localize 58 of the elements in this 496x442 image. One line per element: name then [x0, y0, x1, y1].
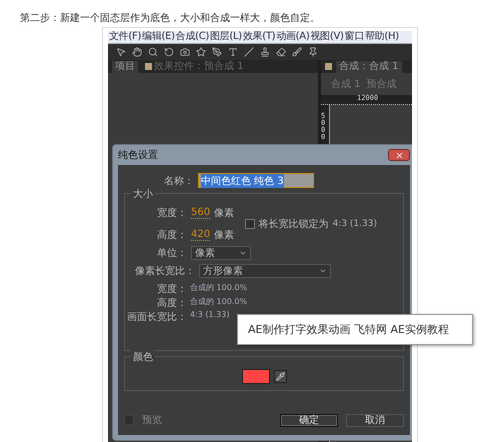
- name-field[interactable]: 中间色红色 纯色 3: [198, 173, 314, 188]
- field-label: 高度：: [157, 228, 187, 242]
- unit-dropdown[interactable]: 像素: [191, 246, 251, 260]
- info-label: 宽度：: [156, 282, 187, 296]
- eraser-icon[interactable]: [276, 47, 286, 57]
- close-icon: [394, 150, 404, 160]
- info-value: 4:3 (1.33): [190, 310, 230, 321]
- info-value: 合成的 100.0%: [190, 282, 248, 294]
- menu-item[interactable]: 图层(L): [210, 31, 242, 43]
- field-label: 宽度：: [157, 206, 187, 220]
- number-field[interactable]: 420: [191, 229, 210, 241]
- color-swatch[interactable]: [242, 369, 270, 384]
- pixel-aspect-dropdown[interactable]: 方形像素: [199, 264, 331, 278]
- pen-icon[interactable]: [212, 47, 222, 57]
- number-field[interactable]: 560: [191, 207, 210, 219]
- zoom-icon[interactable]: [148, 47, 158, 57]
- brush-icon[interactable]: [292, 47, 302, 57]
- field-label: 像素长宽比：: [135, 264, 195, 278]
- rotate-icon[interactable]: [164, 47, 174, 57]
- tooltip: AE制作打字效果动画 飞特网 AE实例教程: [237, 314, 473, 345]
- group-label: 大小: [131, 187, 155, 201]
- pointer-icon[interactable]: [116, 47, 126, 57]
- instruction-text: 第二步：新建一个固态层作为底色，大小和合成一样大，颜色自定。: [19, 12, 321, 26]
- menu-item[interactable]: 视图(V): [310, 31, 344, 43]
- info-label: 画面长宽比：: [127, 310, 187, 324]
- dialog-title: 纯色设置: [118, 148, 158, 162]
- group-label: 颜色: [131, 350, 155, 364]
- menu-item[interactable]: 编辑(E): [142, 31, 175, 43]
- field-label: 名称：: [164, 174, 194, 188]
- caret-icon: [239, 249, 247, 257]
- eyedropper-button[interactable]: [274, 370, 286, 383]
- dialog-button[interactable]: 确定: [280, 414, 338, 426]
- color-icon: [325, 63, 332, 70]
- checkbox-label: 将长宽比锁定为: [258, 218, 329, 231]
- unit-label: 像素: [214, 228, 234, 242]
- aspect-value: 4:3 (1.33): [332, 219, 377, 229]
- text-icon[interactable]: [228, 47, 238, 57]
- stamp-icon[interactable]: [260, 47, 270, 57]
- hand-icon[interactable]: [132, 47, 142, 57]
- camera-icon[interactable]: [180, 47, 190, 57]
- star-icon[interactable]: [196, 47, 206, 57]
- close-button[interactable]: [388, 149, 410, 161]
- menu-item[interactable]: 效果(T): [242, 31, 276, 43]
- info-value: 合成的 100.0%: [190, 296, 248, 308]
- menu-item[interactable]: 合成(C): [176, 31, 209, 43]
- menu-item[interactable]: 动画(A): [276, 31, 310, 43]
- field-label: 单位：: [157, 246, 187, 260]
- checkbox[interactable]: [244, 219, 255, 229]
- checkbox-label: 预览: [142, 414, 162, 427]
- info-label: 高度：: [156, 296, 187, 310]
- pin-icon[interactable]: [308, 47, 318, 57]
- line-icon[interactable]: [244, 47, 254, 57]
- unit-label: 像素: [214, 206, 234, 220]
- dialog-button[interactable]: 取消: [346, 414, 404, 426]
- panel-tab[interactable]: 合成：合成 1: [336, 60, 402, 72]
- menu-item[interactable]: 帮助(H): [365, 31, 399, 43]
- panel-tab[interactable]: 项目: [112, 60, 138, 72]
- caret-icon: [319, 267, 327, 275]
